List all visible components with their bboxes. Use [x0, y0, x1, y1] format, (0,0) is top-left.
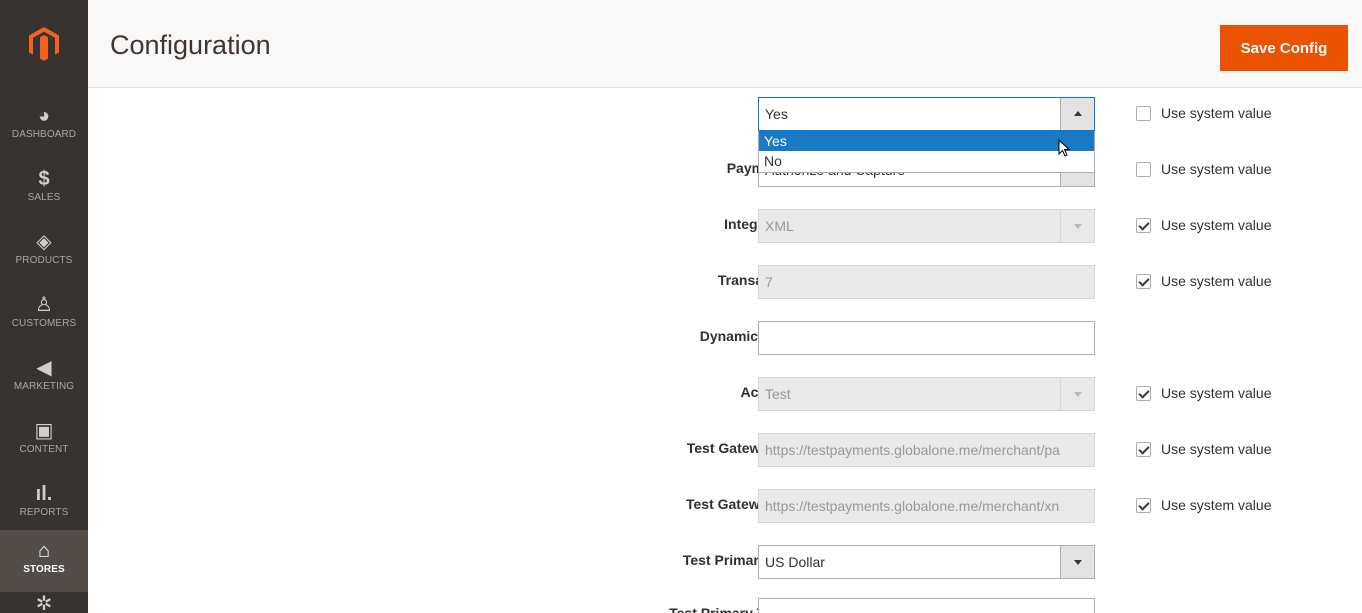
- chevron-down-icon[interactable]: [1060, 210, 1094, 242]
- chevron-up-icon[interactable]: [1060, 98, 1094, 130]
- checkbox[interactable]: [1136, 105, 1151, 121]
- box-icon: ◈: [36, 231, 52, 253]
- sidebar-item-customers[interactable]: ♙ CUSTOMERS: [0, 284, 88, 347]
- transaction-type-input[interactable]: 7: [758, 265, 1095, 299]
- use-system-value-checkbox[interactable]: Use system value: [1136, 105, 1271, 121]
- sidebar-item-dashboard[interactable]: ◕ DASHBOARD: [0, 95, 88, 158]
- row-test-gateway-xml: Test Gateway Url XML [website] https://t…: [88, 480, 1362, 536]
- use-system-value-checkbox[interactable]: Use system value: [1136, 497, 1271, 513]
- save-config-button[interactable]: Save Config: [1220, 25, 1348, 71]
- sidebar-item-products[interactable]: ◈ PRODUCTS: [0, 221, 88, 284]
- use-system-value-checkbox[interactable]: Use system value: [1136, 385, 1271, 401]
- row-enabled: Enabled [website] Yes Use system value: [88, 88, 1362, 144]
- row-integration-type: Integration Type [website] XML Use syste…: [88, 200, 1362, 256]
- use-system-value-checkbox[interactable]: Use system value: [1136, 441, 1271, 457]
- checkbox[interactable]: [1136, 441, 1151, 457]
- enabled-select[interactable]: Yes: [758, 97, 1095, 131]
- row-test-gateway-hpp: Test Gateway Url HPP [website] https://t…: [88, 424, 1362, 480]
- store-icon: ⌂: [37, 540, 51, 562]
- sidebar-item-reports[interactable]: ıl. REPORTS: [0, 473, 88, 536]
- sidebar-item-sales[interactable]: $ SALES: [0, 158, 88, 221]
- option-yes[interactable]: Yes: [759, 131, 1094, 151]
- dynamic-descriptor-input[interactable]: [758, 321, 1095, 355]
- page-header: Configuration Save Config: [88, 0, 1362, 88]
- test-primary-terminal-input[interactable]: [758, 598, 1095, 613]
- row-transaction-type: Transaction Type [website] 7 Use system …: [88, 256, 1362, 312]
- sidebar-item-stores[interactable]: ⌂ STORES: [0, 530, 88, 592]
- magento-logo-icon: [29, 27, 59, 61]
- checkbox[interactable]: [1136, 497, 1151, 513]
- test-gateway-hpp-input[interactable]: https://testpayments.globalone.me/mercha…: [758, 433, 1095, 467]
- checkbox[interactable]: [1136, 217, 1151, 233]
- megaphone-icon: ◀: [36, 357, 52, 379]
- sidebar-item-marketing[interactable]: ◀ MARKETING: [0, 347, 88, 410]
- row-account-type: Account Type [website] Test Use system v…: [88, 368, 1362, 424]
- layout-icon: ▣: [34, 420, 54, 442]
- test-primary-currency-select[interactable]: US Dollar: [758, 545, 1095, 579]
- chevron-down-icon[interactable]: [1060, 546, 1094, 578]
- checkbox[interactable]: [1136, 161, 1151, 177]
- admin-sidebar: ◕ DASHBOARD $ SALES ◈ PRODUCTS ♙ CUSTOME…: [0, 0, 88, 613]
- account-type-select[interactable]: Test: [758, 377, 1095, 411]
- enabled-dropdown-list: Yes No: [758, 131, 1095, 173]
- checkbox[interactable]: [1136, 385, 1151, 401]
- row-dynamic-descriptor: Dynamic Descriptor [website]: [88, 312, 1362, 368]
- sidebar-item-content[interactable]: ▣ CONTENT: [0, 410, 88, 473]
- use-system-value-checkbox[interactable]: Use system value: [1136, 161, 1271, 177]
- integration-type-select[interactable]: XML: [758, 209, 1095, 243]
- chevron-down-icon[interactable]: [1060, 378, 1094, 410]
- use-system-value-checkbox[interactable]: Use system value: [1136, 217, 1271, 233]
- row-test-primary-currency: Test Primary Currency [website] US Dolla…: [88, 536, 1362, 592]
- checkbox[interactable]: [1136, 273, 1151, 289]
- dollar-icon: $: [38, 168, 50, 190]
- bar-chart-icon: ıl.: [35, 483, 53, 505]
- mouse-cursor-icon: [1058, 139, 1071, 157]
- option-no[interactable]: No: [759, 151, 1094, 171]
- row-test-primary-terminal: Test Primary Terminal ID: [88, 592, 1362, 613]
- person-icon: ♙: [35, 294, 53, 316]
- row-payment-action: Payment Action [website] Authorize and C…: [88, 144, 1362, 200]
- page-title: Configuration: [110, 30, 271, 60]
- test-gateway-xml-input[interactable]: https://testpayments.globalone.me/mercha…: [758, 489, 1095, 523]
- gear-icon: ✲: [35, 593, 53, 613]
- dashboard-icon: ◕: [37, 105, 51, 127]
- magento-logo[interactable]: [0, 0, 88, 88]
- sidebar-item-system[interactable]: ✲: [0, 593, 88, 613]
- use-system-value-checkbox[interactable]: Use system value: [1136, 273, 1271, 289]
